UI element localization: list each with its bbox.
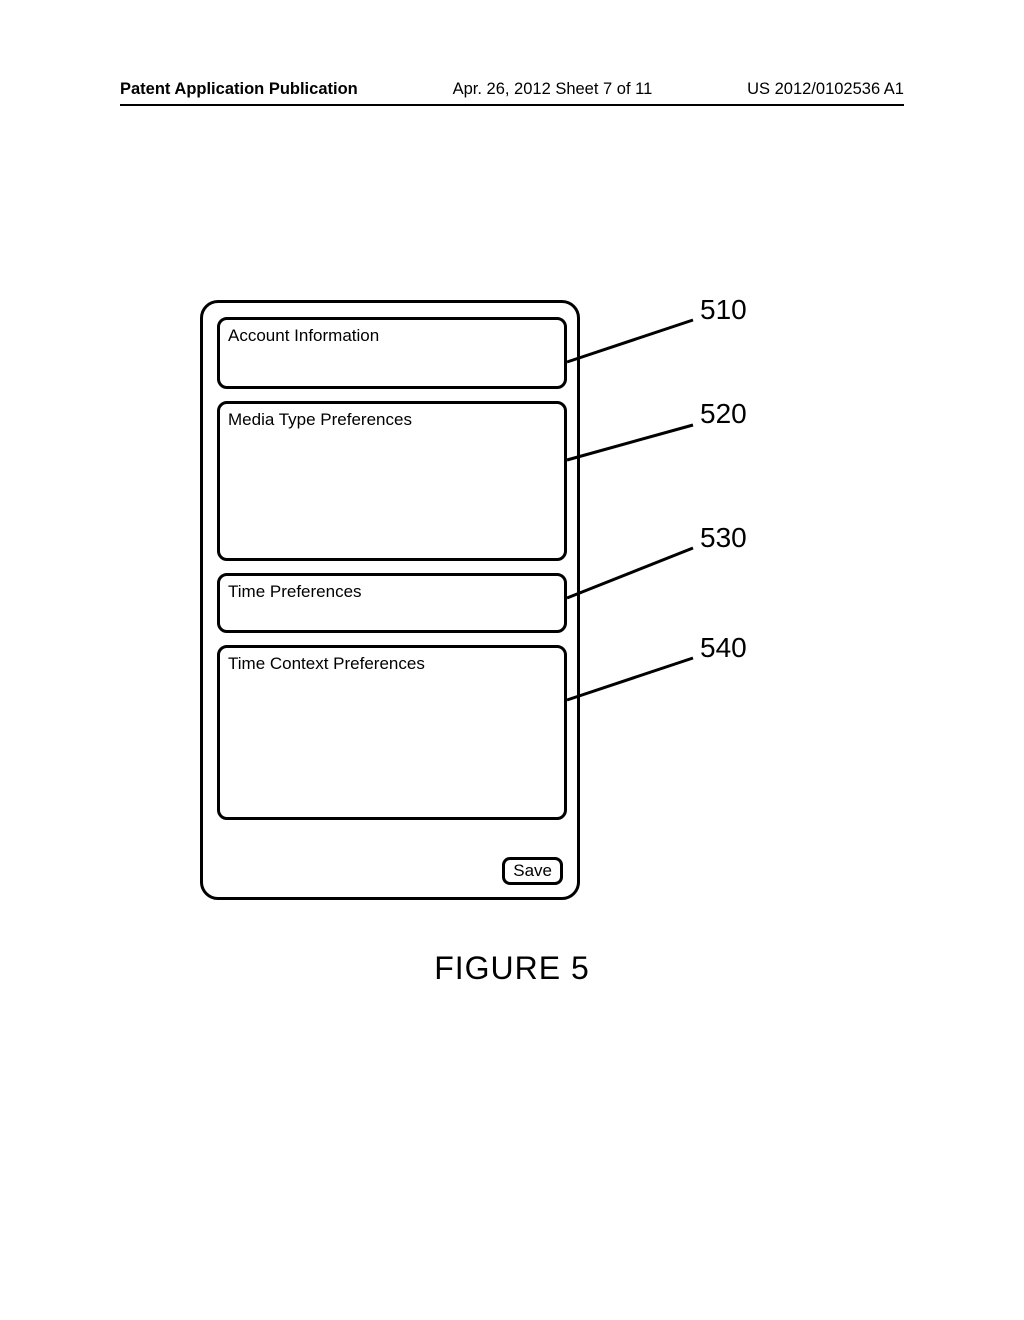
account-information-box: Account Information — [217, 317, 567, 389]
time-context-preferences-box: Time Context Preferences — [217, 645, 567, 820]
reference-numeral-540: 540 — [700, 632, 747, 664]
settings-panel: Account Information Media Type Preferenc… — [200, 300, 580, 900]
header-divider — [120, 104, 904, 106]
time-preferences-box: Time Preferences — [217, 573, 567, 633]
header-date-sheet: Apr. 26, 2012 Sheet 7 of 11 — [453, 80, 653, 99]
media-type-preferences-box: Media Type Preferences — [217, 401, 567, 561]
header-publication-number: US 2012/0102536 A1 — [747, 80, 904, 99]
save-button-label: Save — [513, 861, 552, 880]
figure-caption: FIGURE 5 — [0, 950, 1024, 987]
reference-numeral-510: 510 — [700, 294, 747, 326]
time-preferences-label: Time Preferences — [228, 582, 362, 601]
figure-diagram: Account Information Media Type Preferenc… — [0, 300, 1024, 1000]
media-type-preferences-label: Media Type Preferences — [228, 410, 412, 429]
time-context-preferences-label: Time Context Preferences — [228, 654, 425, 673]
reference-numeral-530: 530 — [700, 522, 747, 554]
reference-numeral-520: 520 — [700, 398, 747, 430]
account-information-label: Account Information — [228, 326, 379, 345]
header-publication-type: Patent Application Publication — [120, 80, 358, 99]
save-button[interactable]: Save — [502, 857, 563, 885]
page-header: Patent Application Publication Apr. 26, … — [0, 80, 1024, 99]
